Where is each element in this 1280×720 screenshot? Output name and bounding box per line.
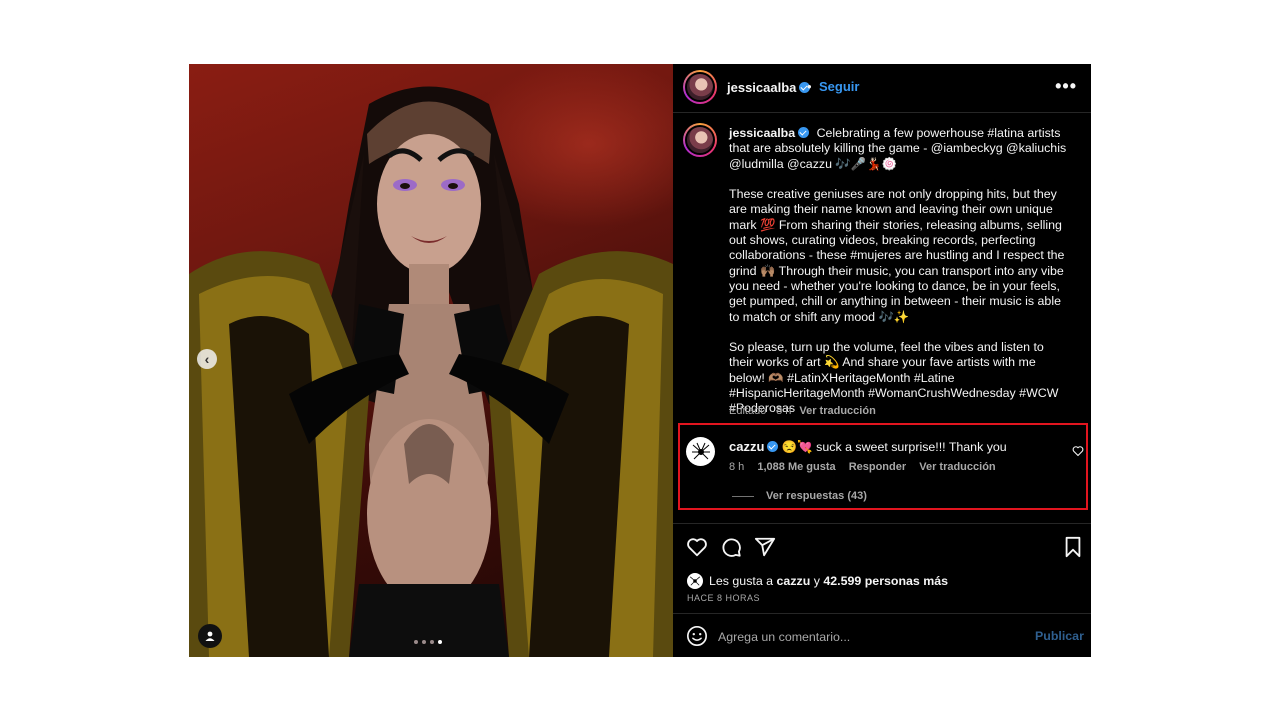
caption-translate-link[interactable]: Ver traducción xyxy=(799,405,875,417)
comment-likes[interactable]: 1,088 Me gusta xyxy=(757,461,835,473)
caption-paragraph: These creative geniuses are not only dro… xyxy=(729,187,1065,324)
comment-time: 8 h xyxy=(729,461,745,473)
post-image[interactable] xyxy=(189,64,673,657)
verified-icon xyxy=(798,127,810,138)
spider-icon xyxy=(689,576,701,586)
user-tag-icon xyxy=(205,631,215,641)
comment-icon[interactable] xyxy=(720,536,742,558)
carousel-dot xyxy=(430,640,434,644)
view-replies-button[interactable]: Ver respuestas (43) xyxy=(732,490,867,502)
comment-reply-button[interactable]: Responder xyxy=(849,461,906,473)
caption-author[interactable]: jessicaalba xyxy=(729,126,810,140)
user-tag-button[interactable] xyxy=(198,624,222,648)
author-avatar[interactable] xyxy=(683,70,717,104)
author-username[interactable]: jessicaalba xyxy=(727,80,811,95)
comment-translate-link[interactable]: Ver traducción xyxy=(919,461,995,473)
emoji-icon[interactable] xyxy=(686,625,708,647)
more-icon[interactable]: ••• xyxy=(1055,76,1077,97)
likes-count[interactable]: 42.599 personas más xyxy=(823,574,948,588)
carousel-prev-button[interactable]: ‹ xyxy=(197,349,217,369)
liker-avatar[interactable] xyxy=(687,573,703,589)
follow-button[interactable]: Seguir xyxy=(819,79,859,94)
publish-button[interactable]: Publicar xyxy=(1035,629,1084,643)
verified-icon xyxy=(767,441,779,452)
post-caption: jessicaalba Celebrating a few powerhouse… xyxy=(729,126,1069,432)
caption-meta: Editado · 8 h Ver traducción xyxy=(729,405,876,417)
comment-author[interactable]: cazzu xyxy=(729,439,779,454)
caption-time: Editado · 8 h xyxy=(729,405,792,417)
post-timestamp: HACE 8 HORAS xyxy=(687,593,761,603)
carousel-dot xyxy=(414,640,418,644)
liker-username[interactable]: cazzu xyxy=(777,574,811,588)
carousel-dot xyxy=(422,640,426,644)
divider xyxy=(673,523,1091,524)
post-header: jessicaalba • Seguir ••• xyxy=(673,64,1091,113)
caption-paragraph: jessicaalba Celebrating a few powerhouse… xyxy=(729,126,1067,171)
comment-text: cazzu 😒💘 suck a sweet surprise!!! Thank … xyxy=(729,439,1007,454)
portrait-illustration xyxy=(189,86,673,657)
carousel-dot-active xyxy=(438,640,442,644)
comment-avatar[interactable] xyxy=(686,437,715,466)
carousel-indicator xyxy=(414,640,442,644)
comment-input[interactable] xyxy=(716,626,1020,648)
comment-meta: 8 h 1,088 Me gusta Responder Ver traducc… xyxy=(729,461,1006,473)
heart-icon[interactable] xyxy=(1072,445,1084,457)
caption-author-avatar[interactable] xyxy=(683,123,717,157)
heart-icon[interactable] xyxy=(686,536,708,558)
spider-icon xyxy=(691,442,710,459)
bookmark-icon[interactable] xyxy=(1062,536,1084,558)
chevron-left-icon: ‹ xyxy=(204,351,210,367)
separator-dot: • xyxy=(807,79,812,94)
likes-summary: Les gusta a cazzu y 42.599 personas más xyxy=(687,573,948,589)
share-icon[interactable] xyxy=(754,536,776,558)
post-side-panel: jessicaalba • Seguir ••• jessicaalba Cel… xyxy=(673,64,1091,657)
divider xyxy=(673,613,1091,614)
